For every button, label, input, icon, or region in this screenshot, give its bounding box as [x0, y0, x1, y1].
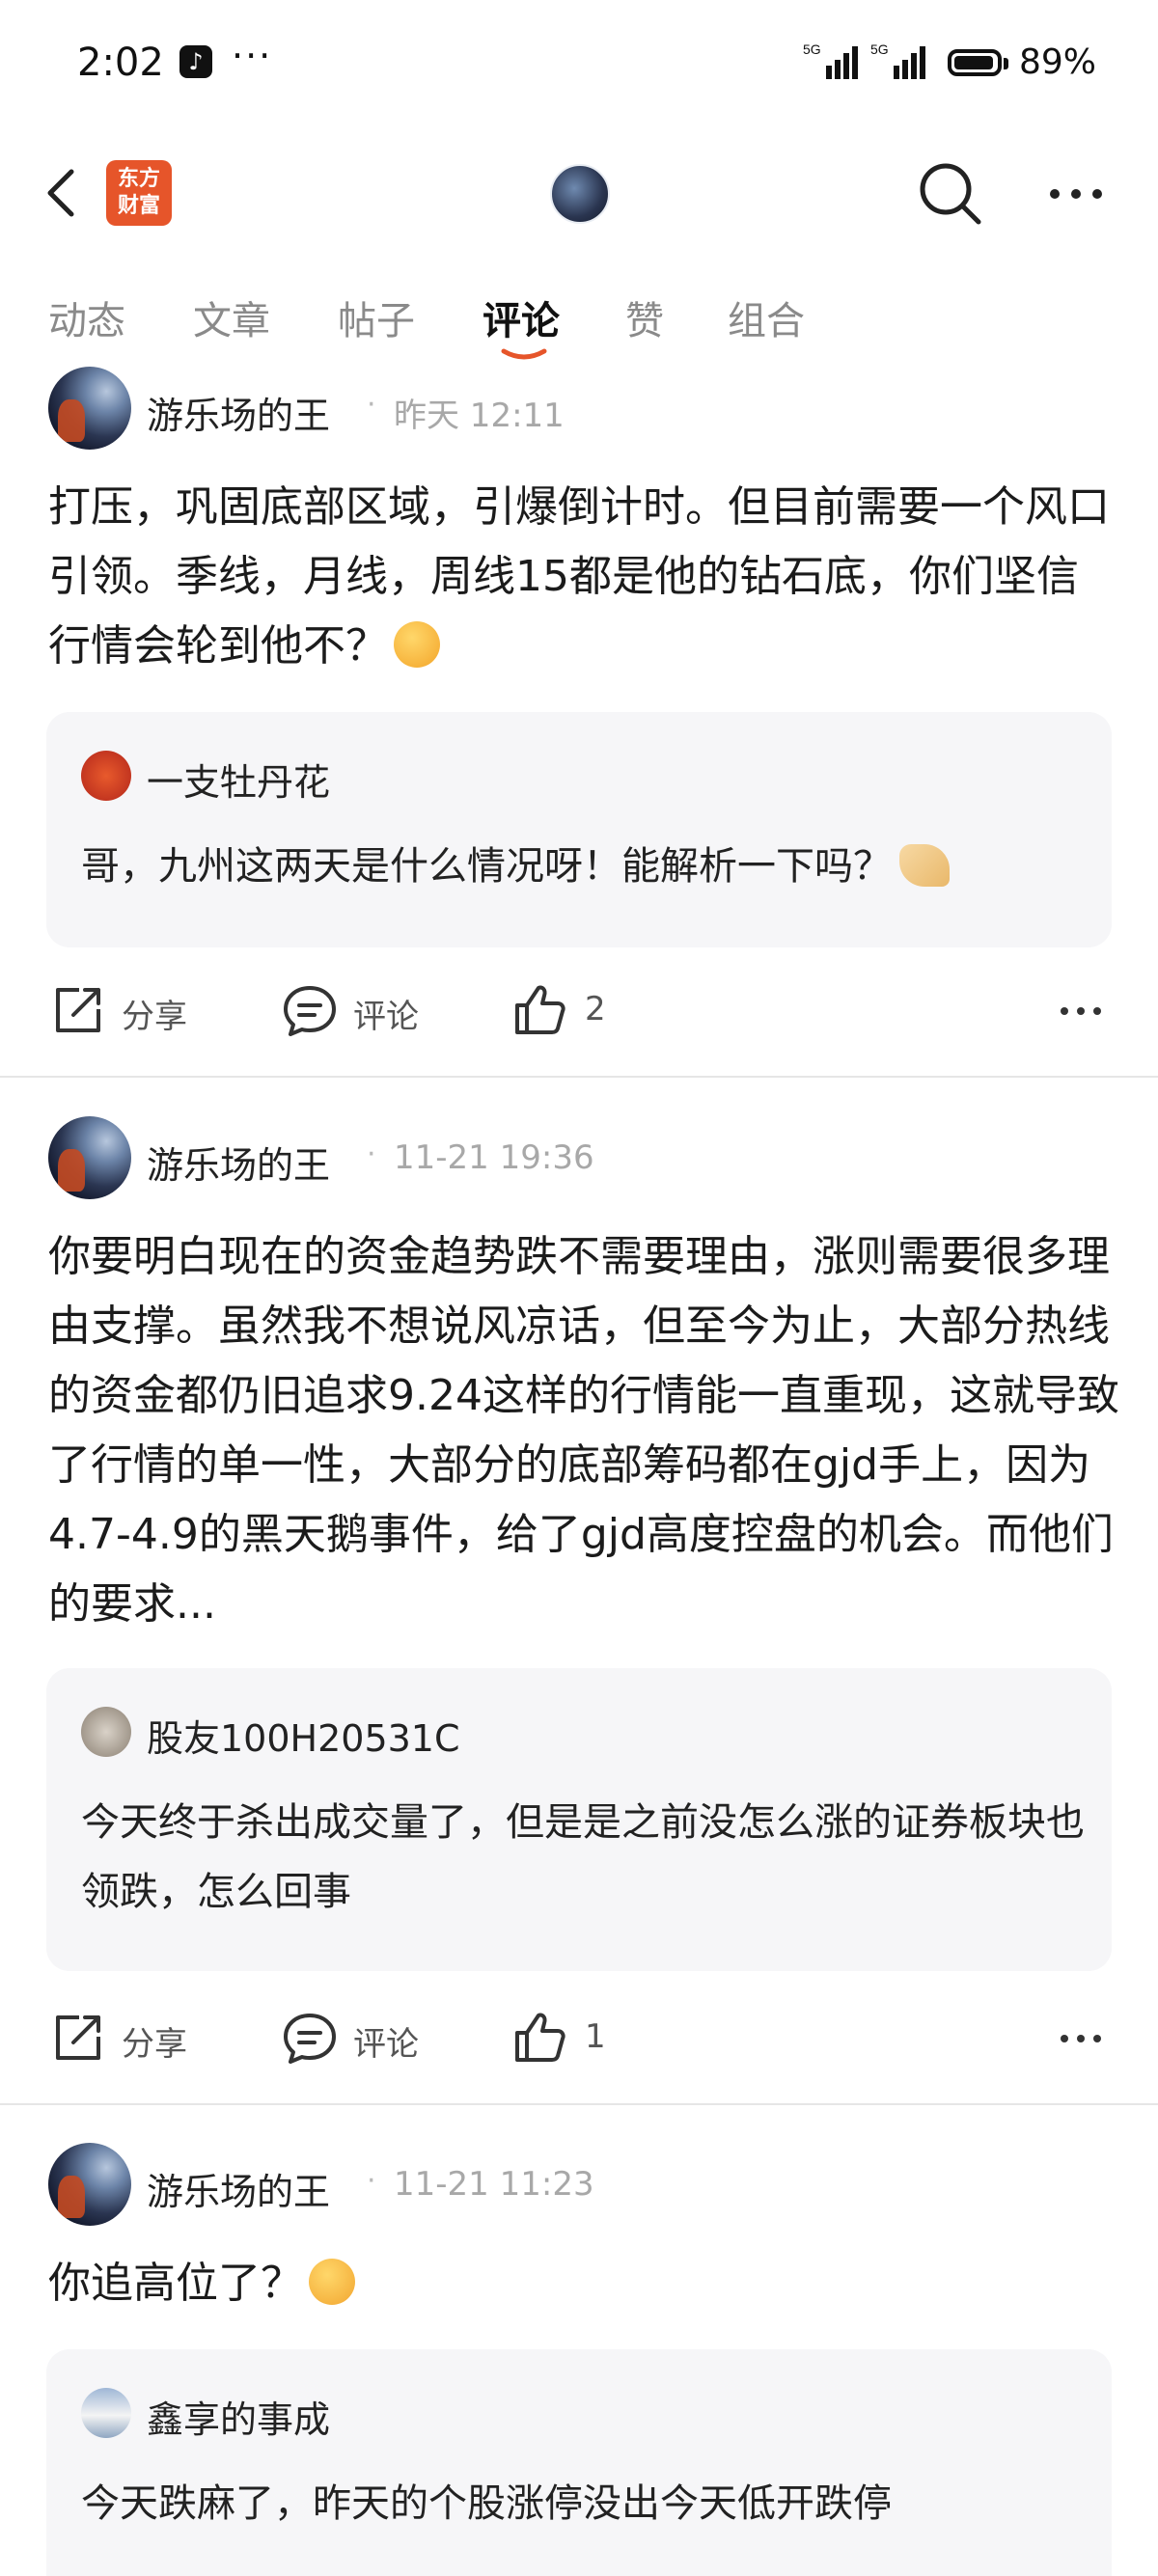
- post-time: 11-21 11:23: [394, 2165, 594, 2204]
- more-options-icon[interactable]: [1057, 2019, 1105, 2058]
- status-time: 2:02: [77, 41, 164, 85]
- quoted-post[interactable]: 鑫享的事成 今天跌麻了，昨天的个股涨停没出今天低开跌停: [46, 2349, 1112, 2576]
- comment-label[interactable]: 评论: [353, 990, 419, 1037]
- like-count: 2: [585, 990, 606, 1028]
- avatar[interactable]: [48, 2143, 131, 2226]
- signal-5g-icon-2: 5G: [870, 41, 925, 79]
- avatar[interactable]: [48, 367, 131, 450]
- clap-emoji-icon: [899, 844, 950, 887]
- quoted-username: 一支牡丹花: [147, 761, 331, 804]
- more-options-icon[interactable]: [1047, 170, 1105, 218]
- tab-likes[interactable]: 赞: [625, 289, 664, 345]
- battery-percent: 89%: [1019, 42, 1097, 82]
- comment-text: 打压，巩固底部区域，引爆倒计时。但目前需要一个风口引领。季线，月线，周线15都是…: [48, 482, 1110, 671]
- tiktok-icon: ♪: [179, 45, 212, 78]
- like-thumb-icon[interactable]: [511, 982, 567, 1038]
- comment-icon[interactable]: [282, 982, 338, 1038]
- back-arrow-icon[interactable]: [39, 164, 87, 222]
- quoted-user-avatar: [81, 751, 131, 801]
- share-icon[interactable]: [50, 2010, 106, 2066]
- comment-card: 游乐场的王 · 昨天 12:11 打压，巩固底部区域，引爆倒计时。但目前需要一个…: [0, 367, 1158, 1081]
- share-label[interactable]: 分享: [122, 2017, 187, 2065]
- comment-content[interactable]: 打压，巩固底部区域，引爆倒计时。但目前需要一个风口引领。季线，月线，周线15都是…: [48, 473, 1119, 681]
- comment-label[interactable]: 评论: [353, 2017, 419, 2065]
- username[interactable]: 游乐场的王: [147, 2162, 330, 2215]
- tab-articles[interactable]: 文章: [193, 289, 270, 345]
- comment-card: 游乐场的王 · 11-21 11:23 你追高位了？ 鑫享的事成 今天跌麻了，昨…: [0, 2143, 1158, 2576]
- quoted-username: 鑫享的事成: [147, 2398, 331, 2441]
- signal-5g-icon: 5G: [803, 41, 858, 79]
- username[interactable]: 游乐场的王: [147, 1136, 330, 1189]
- header-bar: 东方 财富: [0, 145, 1158, 241]
- comment-text: 你追高位了？: [48, 2259, 303, 2308]
- comment-card: 游乐场的王 · 11-21 19:36 你要明白现在的资金趋势跌不需要理由，涨则…: [0, 1116, 1158, 2081]
- active-tab-indicator: [501, 348, 547, 360]
- logo-text-top: 东方: [117, 167, 160, 191]
- like-count: 1: [585, 2017, 606, 2056]
- laughing-emoji-icon: [309, 2259, 355, 2305]
- more-options-icon[interactable]: [1057, 992, 1105, 1030]
- quoted-username: 股友100H20531C: [147, 1717, 460, 1760]
- battery-tip: [1004, 58, 1008, 69]
- post-time: 11-21 19:36: [394, 1138, 594, 1177]
- app-logo[interactable]: 东方 财富: [106, 160, 172, 226]
- quoted-text-content: 哥，九州这两天是什么情况呀！能解析一下吗？: [81, 844, 892, 889]
- comment-content[interactable]: 你追高位了？: [48, 2249, 1119, 2318]
- separator-dot: ·: [367, 388, 376, 422]
- quoted-post[interactable]: 股友100H20531C 今天终于杀出成交量了，但是是之前没怎么涨的证券板块也领…: [46, 1668, 1112, 1971]
- action-bar: 分享 评论 1: [0, 2000, 1158, 2077]
- tab-comments[interactable]: 评论: [482, 289, 560, 345]
- quoted-user-avatar: [81, 1707, 131, 1757]
- quoted-user-avatar: [81, 2388, 131, 2438]
- tab-portfolio[interactable]: 组合: [728, 289, 805, 345]
- status-more-dots: ···: [232, 35, 273, 77]
- share-icon[interactable]: [50, 982, 106, 1038]
- quoted-text: 今天终于杀出成交量了，但是是之前没怎么涨的证券板块也领跌，怎么回事: [81, 1800, 1085, 1914]
- action-bar: 分享 评论 2: [0, 973, 1158, 1050]
- quoted-text: 哥，九州这两天是什么情况呀！能解析一下吗？: [81, 832, 1085, 901]
- tab-posts[interactable]: 帖子: [338, 289, 415, 345]
- divider: [0, 1076, 1158, 1078]
- profile-tabs: 动态 文章 帖子 评论 赞 组合: [0, 289, 1158, 360]
- hug-emoji-icon: [394, 621, 440, 668]
- status-bar: 2:02 ♪ ··· 5G 5G 89%: [0, 0, 1158, 130]
- comment-content[interactable]: 你要明白现在的资金趋势跌不需要理由，涨则需要很多理由支撑。虽然我不想说风凉话，但…: [48, 1222, 1119, 1639]
- like-thumb-icon[interactable]: [511, 2010, 567, 2066]
- tab-dynamics[interactable]: 动态: [48, 289, 125, 345]
- avatar[interactable]: [48, 1116, 131, 1199]
- logo-text-bottom: 财富: [117, 194, 160, 218]
- comment-icon[interactable]: [282, 2010, 338, 2066]
- separator-dot: ·: [367, 1137, 376, 1171]
- divider: [0, 2103, 1158, 2105]
- separator-dot: ·: [367, 2164, 376, 2198]
- svg-text:5G: 5G: [870, 41, 889, 57]
- quoted-post[interactable]: 一支牡丹花 哥，九州这两天是什么情况呀！能解析一下吗？: [46, 712, 1112, 947]
- post-time: 昨天 12:11: [394, 397, 565, 435]
- header-avatar[interactable]: [550, 164, 610, 224]
- share-label[interactable]: 分享: [122, 990, 187, 1037]
- search-icon[interactable]: [917, 160, 984, 228]
- svg-text:5G: 5G: [803, 41, 821, 57]
- username[interactable]: 游乐场的王: [147, 386, 330, 439]
- battery-icon: [948, 49, 1002, 76]
- quoted-text: 今天跌麻了，昨天的个股涨停没出今天低开跌停: [81, 2481, 892, 2526]
